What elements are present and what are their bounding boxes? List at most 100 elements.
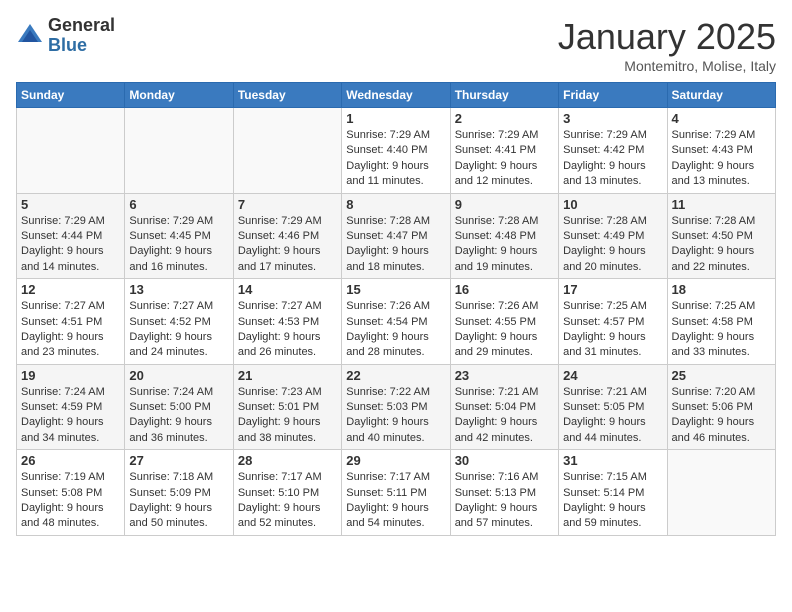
day-info: Sunrise: 7:29 AM Sunset: 4:45 PM Dayligh… [129,214,228,276]
day-info: Sunrise: 7:28 AM Sunset: 4:49 PM Dayligh… [563,214,662,276]
calendar-cell: 1 Sunrise: 7:29 AM Sunset: 4:40 PM Daylig… [342,108,450,194]
calendar-cell [667,450,775,536]
day-info: Sunrise: 7:29 AM Sunset: 4:42 PM Dayligh… [563,128,662,190]
day-number: 5 [21,197,120,212]
day-info: Sunrise: 7:29 AM Sunset: 4:43 PM Dayligh… [672,128,771,190]
calendar-cell: 9 Sunrise: 7:28 AM Sunset: 4:48 PM Daylig… [450,193,558,279]
day-number: 23 [455,368,554,383]
day-info: Sunrise: 7:27 AM Sunset: 4:51 PM Dayligh… [21,299,120,361]
day-info: Sunrise: 7:19 AM Sunset: 5:08 PM Dayligh… [21,470,120,532]
day-info: Sunrise: 7:17 AM Sunset: 5:11 PM Dayligh… [346,470,445,532]
day-number: 7 [238,197,337,212]
header-saturday: Saturday [667,83,775,108]
day-info: Sunrise: 7:20 AM Sunset: 5:06 PM Dayligh… [672,385,771,447]
day-info: Sunrise: 7:28 AM Sunset: 4:48 PM Dayligh… [455,214,554,276]
day-info: Sunrise: 7:25 AM Sunset: 4:58 PM Dayligh… [672,299,771,361]
calendar-cell: 25 Sunrise: 7:20 AM Sunset: 5:06 PM Dayli… [667,364,775,450]
day-number: 4 [672,111,771,126]
day-info: Sunrise: 7:24 AM Sunset: 4:59 PM Dayligh… [21,385,120,447]
day-info: Sunrise: 7:27 AM Sunset: 4:52 PM Dayligh… [129,299,228,361]
calendar-cell: 29 Sunrise: 7:17 AM Sunset: 5:11 PM Dayli… [342,450,450,536]
calendar-cell: 6 Sunrise: 7:29 AM Sunset: 4:45 PM Daylig… [125,193,233,279]
calendar-table: SundayMondayTuesdayWednesdayThursdayFrid… [16,82,776,536]
calendar-cell: 4 Sunrise: 7:29 AM Sunset: 4:43 PM Daylig… [667,108,775,194]
day-number: 27 [129,453,228,468]
calendar-cell [233,108,341,194]
day-number: 30 [455,453,554,468]
day-number: 8 [346,197,445,212]
day-info: Sunrise: 7:29 AM Sunset: 4:40 PM Dayligh… [346,128,445,190]
week-row-1: 5 Sunrise: 7:29 AM Sunset: 4:44 PM Daylig… [17,193,776,279]
day-info: Sunrise: 7:25 AM Sunset: 4:57 PM Dayligh… [563,299,662,361]
header-row: SundayMondayTuesdayWednesdayThursdayFrid… [17,83,776,108]
logo-icon [16,22,44,50]
day-number: 6 [129,197,228,212]
calendar-cell: 24Sunrise: 7:21 AM Sunset: 5:05 PM Dayli… [559,364,667,450]
day-number: 1 [346,111,445,126]
day-number: 15 [346,282,445,297]
day-number: 12 [21,282,120,297]
day-info: Sunrise: 7:16 AM Sunset: 5:13 PM Dayligh… [455,470,554,532]
day-info: Sunrise: 7:26 AM Sunset: 4:55 PM Dayligh… [455,299,554,361]
week-row-3: 19 Sunrise: 7:24 AM Sunset: 4:59 PM Dayli… [17,364,776,450]
header-sunday: Sunday [17,83,125,108]
month-title: January 2025 [558,16,776,58]
calendar-cell: 30 Sunrise: 7:16 AM Sunset: 5:13 PM Dayli… [450,450,558,536]
day-number: 16 [455,282,554,297]
day-number: 9 [455,197,554,212]
calendar-cell: 19 Sunrise: 7:24 AM Sunset: 4:59 PM Dayli… [17,364,125,450]
day-info: Sunrise: 7:23 AM Sunset: 5:01 PM Dayligh… [238,385,337,447]
day-info: Sunrise: 7:21 AM Sunset: 5:05 PM Dayligh… [563,385,662,447]
day-info: Sunrise: 7:29 AM Sunset: 4:44 PM Dayligh… [21,214,120,276]
calendar-cell [125,108,233,194]
calendar-cell: 23 Sunrise: 7:21 AM Sunset: 5:04 PM Dayli… [450,364,558,450]
calendar-cell: 17 Sunrise: 7:25 AM Sunset: 4:57 PM Dayli… [559,279,667,365]
day-number: 18 [672,282,771,297]
calendar-cell: 26Sunrise: 7:19 AM Sunset: 5:08 PM Dayli… [17,450,125,536]
day-number: 14 [238,282,337,297]
calendar-cell: 27Sunrise: 7:18 AM Sunset: 5:09 PM Dayli… [125,450,233,536]
header-thursday: Thursday [450,83,558,108]
calendar-cell: 14Sunrise: 7:27 AM Sunset: 4:53 PM Dayli… [233,279,341,365]
day-info: Sunrise: 7:24 AM Sunset: 5:00 PM Dayligh… [129,385,228,447]
week-row-0: 1 Sunrise: 7:29 AM Sunset: 4:40 PM Daylig… [17,108,776,194]
day-number: 20 [129,368,228,383]
calendar-cell: 7 Sunrise: 7:29 AM Sunset: 4:46 PM Daylig… [233,193,341,279]
calendar-cell: 10 Sunrise: 7:28 AM Sunset: 4:49 PM Dayli… [559,193,667,279]
calendar-cell: 2Sunrise: 7:29 AM Sunset: 4:41 PM Daylig… [450,108,558,194]
calendar-cell: 5 Sunrise: 7:29 AM Sunset: 4:44 PM Daylig… [17,193,125,279]
day-info: Sunrise: 7:28 AM Sunset: 4:47 PM Dayligh… [346,214,445,276]
week-row-2: 12 Sunrise: 7:27 AM Sunset: 4:51 PM Dayli… [17,279,776,365]
location-subtitle: Montemitro, Molise, Italy [558,58,776,74]
day-number: 17 [563,282,662,297]
calendar-cell [17,108,125,194]
day-info: Sunrise: 7:29 AM Sunset: 4:46 PM Dayligh… [238,214,337,276]
calendar-cell: 13Sunrise: 7:27 AM Sunset: 4:52 PM Dayli… [125,279,233,365]
day-number: 10 [563,197,662,212]
day-number: 19 [21,368,120,383]
day-number: 25 [672,368,771,383]
logo: General Blue [16,16,115,56]
calendar-cell: 28 Sunrise: 7:17 AM Sunset: 5:10 PM Dayli… [233,450,341,536]
day-info: Sunrise: 7:28 AM Sunset: 4:50 PM Dayligh… [672,214,771,276]
day-number: 22 [346,368,445,383]
calendar-cell: 20 Sunrise: 7:24 AM Sunset: 5:00 PM Dayli… [125,364,233,450]
day-number: 11 [672,197,771,212]
day-info: Sunrise: 7:17 AM Sunset: 5:10 PM Dayligh… [238,470,337,532]
header-monday: Monday [125,83,233,108]
calendar-header: SundayMondayTuesdayWednesdayThursdayFrid… [17,83,776,108]
calendar-cell: 8 Sunrise: 7:28 AM Sunset: 4:47 PM Daylig… [342,193,450,279]
calendar-cell: 12 Sunrise: 7:27 AM Sunset: 4:51 PM Dayli… [17,279,125,365]
day-number: 21 [238,368,337,383]
day-number: 31 [563,453,662,468]
header-tuesday: Tuesday [233,83,341,108]
calendar-cell: 31Sunrise: 7:15 AM Sunset: 5:14 PM Dayli… [559,450,667,536]
day-number: 28 [238,453,337,468]
day-number: 3 [563,111,662,126]
calendar-cell: 21 Sunrise: 7:23 AM Sunset: 5:01 PM Dayli… [233,364,341,450]
header-friday: Friday [559,83,667,108]
logo-general: General [48,16,115,36]
day-info: Sunrise: 7:21 AM Sunset: 5:04 PM Dayligh… [455,385,554,447]
day-number: 29 [346,453,445,468]
day-info: Sunrise: 7:22 AM Sunset: 5:03 PM Dayligh… [346,385,445,447]
